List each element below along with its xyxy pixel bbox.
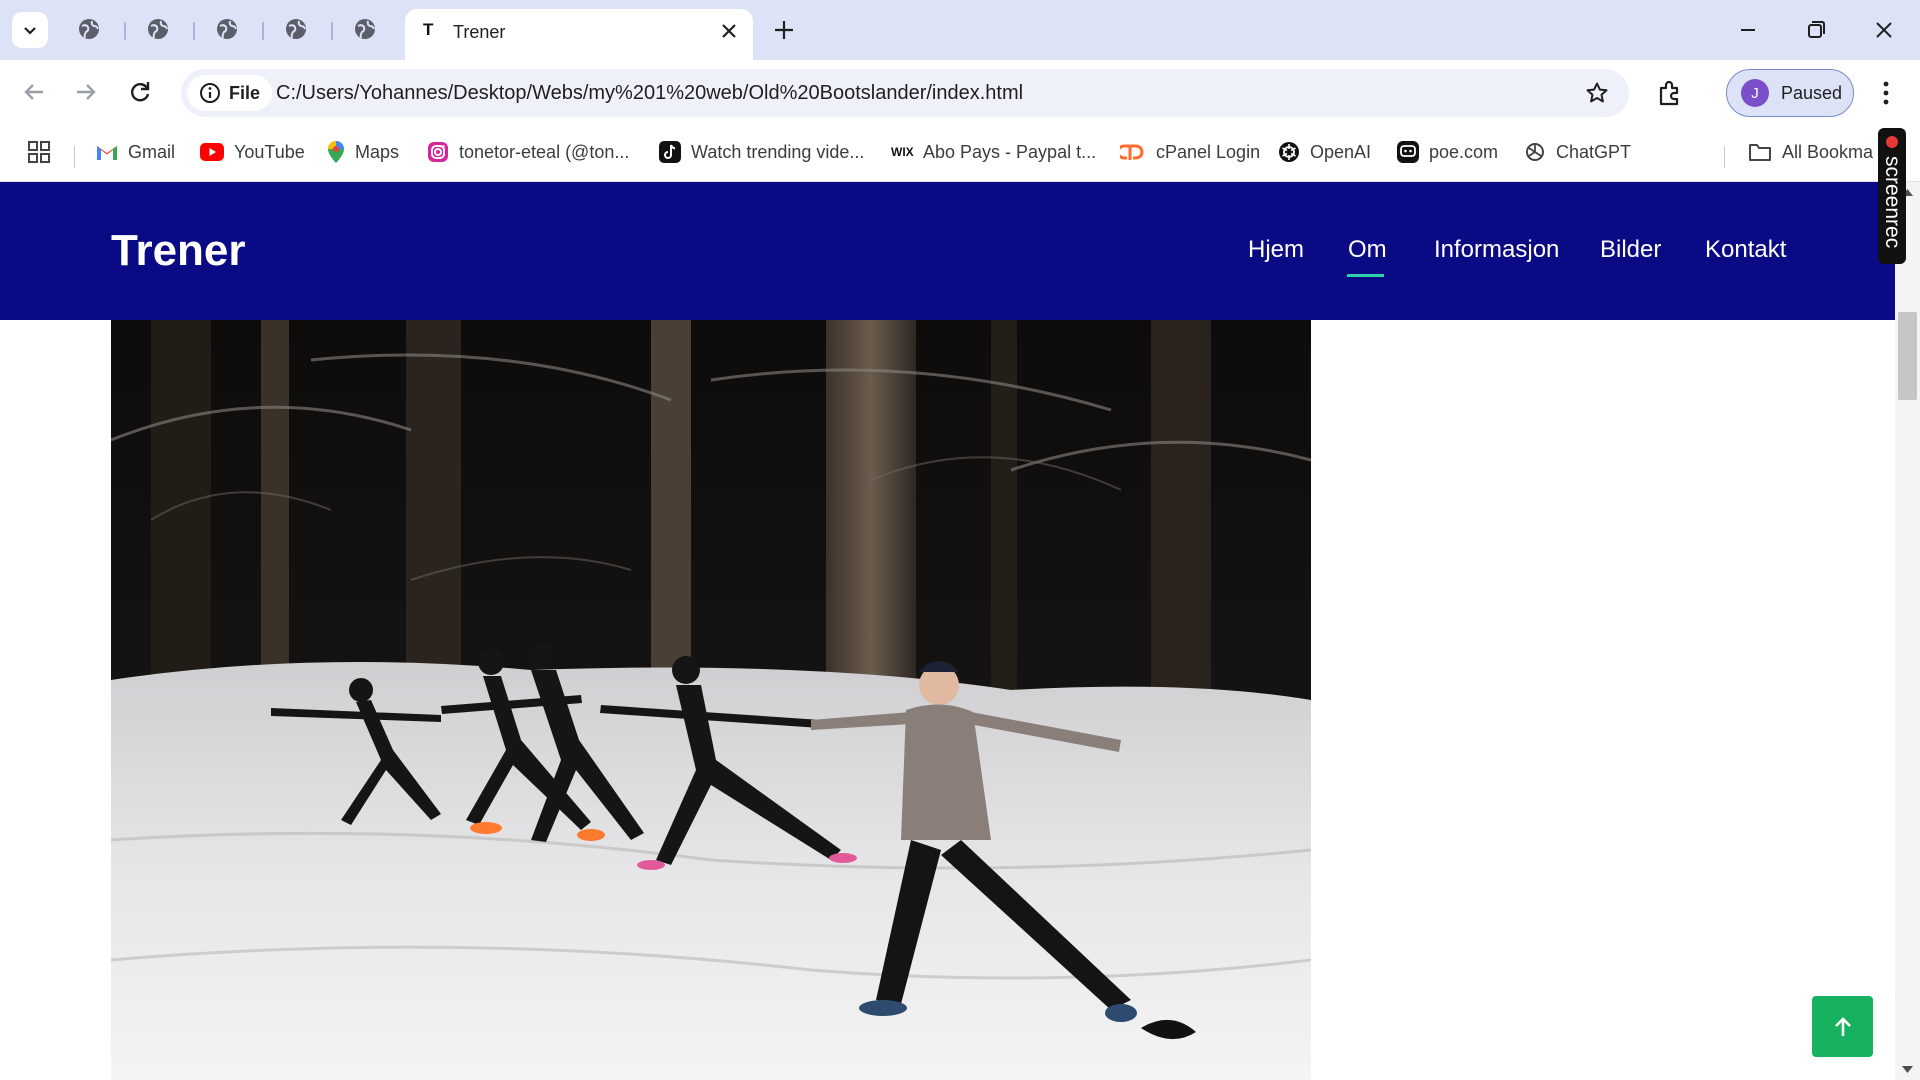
- poe-icon: [1397, 141, 1419, 163]
- instagram-icon: [428, 142, 448, 162]
- url-text[interactable]: C:/Users/Yohannes/Desktop/Webs/my%201%20…: [276, 82, 1023, 105]
- scrollbar-thumb[interactable]: [1898, 312, 1917, 400]
- wix-icon: WIX: [891, 145, 914, 159]
- tab-globe-3[interactable]: [214, 16, 240, 42]
- bookmark-label: YouTube: [234, 141, 305, 162]
- hero-photo: [111, 320, 1311, 1080]
- folder-icon: [1749, 144, 1771, 161]
- bookmark-cpanel[interactable]: cPanel Login: [1120, 138, 1260, 166]
- bookmark-maps[interactable]: Maps: [327, 138, 399, 166]
- bookmark-instagram[interactable]: tonetor-eteal (@ton...: [427, 138, 629, 166]
- address-bar[interactable]: File C:/Users/Yohannes/Desktop/Webs/my%2…: [181, 69, 1629, 117]
- reload-icon[interactable]: [124, 76, 156, 108]
- bookmark-label: poe.com: [1429, 141, 1499, 162]
- info-icon: [200, 83, 220, 103]
- bookmark-gmail[interactable]: Gmail: [96, 138, 175, 166]
- globe-icon: [217, 19, 237, 39]
- bookmark-label: Gmail: [128, 141, 176, 162]
- record-icon: [1886, 136, 1898, 148]
- avatar: J: [1741, 79, 1769, 107]
- bookmark-separator: [1724, 146, 1725, 168]
- tab-search-button[interactable]: [12, 12, 48, 48]
- site-header: Trener Hjem Om Informasjon Bilder Kontak…: [0, 182, 1895, 320]
- bookmark-youtube[interactable]: YouTube: [200, 138, 305, 166]
- winter-forest-yoga-photo: [111, 320, 1311, 1080]
- tab-strip: T Trener: [0, 0, 1920, 60]
- bookmark-chatgpt[interactable]: ChatGPT: [1524, 138, 1631, 166]
- file-chip-label: File: [229, 82, 261, 103]
- active-nav-indicator: [1347, 274, 1384, 277]
- restore-icon[interactable]: [1800, 14, 1832, 46]
- youtube-icon: [200, 143, 224, 161]
- close-icon[interactable]: [719, 21, 739, 41]
- bookmark-label: tonetor-eteal (@ton...: [459, 141, 630, 162]
- more-menu-icon[interactable]: [1876, 78, 1896, 108]
- bookmark-label: OpenAI: [1310, 141, 1372, 162]
- new-tab-icon[interactable]: [770, 16, 798, 44]
- globe-icon: [355, 19, 375, 39]
- minimize-icon[interactable]: [1732, 14, 1764, 46]
- globe-icon: [286, 19, 306, 39]
- all-bookmarks[interactable]: All Bookma: [1748, 138, 1873, 166]
- tab-globe-5[interactable]: [352, 16, 378, 42]
- bookmark-label: ChatGPT: [1556, 141, 1632, 162]
- nav-link-bilder[interactable]: Bilder: [1600, 236, 1661, 264]
- site-logo[interactable]: Trener: [111, 226, 246, 276]
- nav-link-hjem[interactable]: Hjem: [1248, 236, 1304, 264]
- tab-title: Trener: [453, 22, 506, 42]
- bookmark-star-icon[interactable]: [1585, 81, 1609, 105]
- tab-globe-2[interactable]: [145, 16, 171, 42]
- profile-status: Paused: [1781, 82, 1843, 103]
- bookmark-label: Watch trending vide...: [691, 141, 865, 162]
- openai-icon: [1279, 142, 1299, 162]
- screenrec-label: screenrec: [1881, 156, 1904, 249]
- apps-grid-icon[interactable]: [27, 140, 51, 164]
- tab-separator: [124, 22, 126, 40]
- forward-icon[interactable]: [70, 76, 102, 108]
- bookmark-label: Maps: [355, 141, 400, 162]
- active-tab[interactable]: T Trener: [405, 9, 753, 60]
- browser-toolbar: File C:/Users/Yohannes/Desktop/Webs/my%2…: [0, 60, 1920, 124]
- profile-button[interactable]: J Paused: [1726, 69, 1854, 117]
- close-window-icon[interactable]: [1868, 14, 1900, 46]
- nav-link-om[interactable]: Om: [1348, 236, 1387, 264]
- bookmark-tiktok[interactable]: Watch trending vide...: [659, 138, 864, 166]
- cpanel-icon: [1120, 144, 1144, 160]
- bookmark-wix[interactable]: WIX Abo Pays - Paypal t...: [891, 138, 1096, 166]
- gmail-icon: [97, 146, 117, 160]
- arrow-up-icon: [1834, 1016, 1851, 1036]
- tab-separator: [193, 22, 195, 40]
- bookmark-label: Abo Pays - Paypal t...: [923, 141, 1097, 162]
- maps-icon: [328, 141, 344, 163]
- bookmark-label: cPanel Login: [1156, 141, 1261, 162]
- extensions-icon[interactable]: [1655, 78, 1685, 108]
- bookmark-poe[interactable]: poe.com: [1397, 138, 1498, 166]
- scroll-down-arrow-icon[interactable]: [1902, 1066, 1913, 1074]
- chevron-down-icon: [24, 27, 36, 35]
- bookmark-separator: [74, 146, 75, 168]
- bookmarks-bar: Gmail YouTube Maps tonetor-eteal (@ton..…: [0, 124, 1920, 182]
- tiktok-icon: [659, 141, 681, 163]
- screenrec-widget[interactable]: screenrec: [1878, 128, 1906, 264]
- tab-favicon: T: [423, 20, 434, 39]
- globe-icon: [79, 19, 99, 39]
- tab-separator: [262, 22, 264, 40]
- tab-globe-4[interactable]: [283, 16, 309, 42]
- all-bookmarks-label: All Bookma: [1782, 141, 1874, 162]
- back-icon[interactable]: [18, 76, 50, 108]
- bookmark-openai[interactable]: OpenAI: [1278, 138, 1371, 166]
- site-info-chip[interactable]: File: [187, 75, 273, 111]
- chatgpt-icon: [1526, 143, 1544, 161]
- tab-separator: [331, 22, 333, 40]
- globe-icon: [148, 19, 168, 39]
- nav-link-informasjon[interactable]: Informasjon: [1434, 236, 1559, 264]
- tab-globe-1[interactable]: [76, 16, 102, 42]
- back-to-top-button[interactable]: [1812, 996, 1873, 1057]
- nav-link-kontakt[interactable]: Kontakt: [1705, 236, 1786, 264]
